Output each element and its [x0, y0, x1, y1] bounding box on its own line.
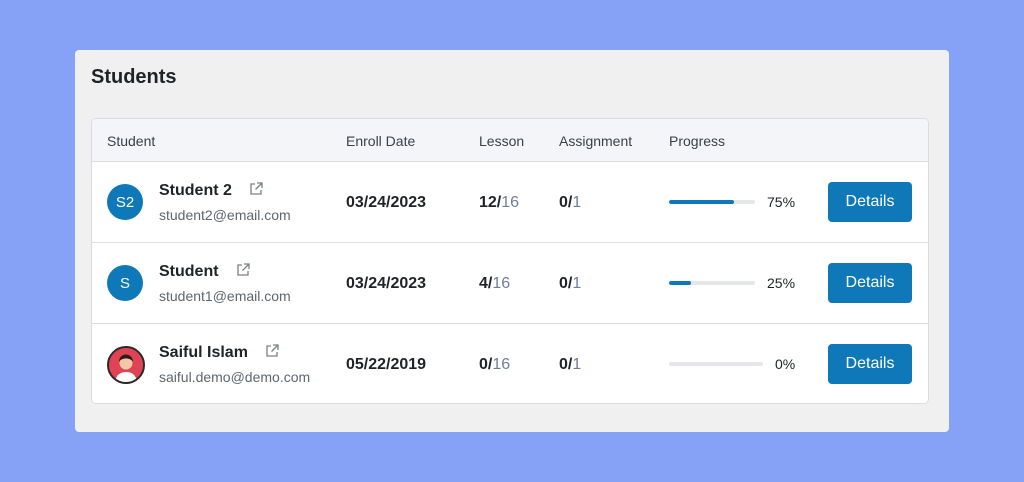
- progress-percent: 25%: [767, 275, 796, 291]
- details-button[interactable]: Details: [828, 182, 912, 222]
- assignment-total: 1: [572, 194, 582, 211]
- table-row: Saiful Islam saiful.demo@demo.com 05/22/…: [92, 323, 928, 403]
- enroll-date: 03/24/2023: [346, 194, 427, 211]
- lesson-count: 0/16: [479, 356, 510, 374]
- lesson-count: 4/16: [479, 275, 510, 293]
- assignment-done: 0/: [559, 356, 573, 373]
- assignment-count: 0/1: [559, 194, 581, 212]
- lesson-done: 0/: [479, 356, 493, 373]
- student-name: Student 2: [159, 182, 264, 200]
- column-header-lesson: Lesson: [479, 133, 525, 149]
- details-button[interactable]: Details: [828, 263, 912, 303]
- assignment-done: 0/: [559, 275, 573, 292]
- student-name-text: Student: [159, 263, 219, 280]
- column-header-student: Student: [107, 133, 156, 149]
- student-name: Student: [159, 263, 251, 281]
- enroll-date: 03/24/2023: [346, 275, 427, 292]
- column-header-progress: Progress: [669, 133, 726, 149]
- lesson-total: 16: [501, 194, 520, 211]
- students-table: Student Enroll Date Lesson Assignment Pr…: [91, 118, 929, 404]
- lesson-done: 4/: [479, 275, 493, 292]
- progress-percent: 75%: [767, 194, 796, 210]
- table-header: Student Enroll Date Lesson Assignment Pr…: [92, 119, 928, 162]
- progress-fill: [669, 200, 734, 204]
- assignment-count: 0/1: [559, 275, 581, 293]
- progress-percent: 0%: [775, 356, 796, 372]
- assignment-total: 1: [572, 275, 582, 292]
- column-header-assignment: Assignment: [559, 133, 633, 149]
- external-link-icon[interactable]: [235, 262, 251, 278]
- assignment-total: 1: [572, 356, 582, 373]
- lesson-total: 16: [492, 275, 511, 292]
- column-header-enroll-date: Enroll Date: [346, 133, 416, 149]
- lesson-done: 12/: [479, 194, 502, 211]
- lesson-total: 16: [492, 356, 511, 373]
- external-link-icon[interactable]: [248, 181, 264, 197]
- details-button[interactable]: Details: [828, 344, 912, 384]
- student-email: student1@email.com: [159, 288, 291, 304]
- assignment-done: 0/: [559, 194, 573, 211]
- avatar: S: [107, 265, 143, 301]
- progress-bar: [669, 362, 763, 366]
- avatar: S2: [107, 184, 143, 220]
- progress-bar: [669, 281, 755, 285]
- user-avatar-icon: [107, 346, 145, 384]
- card-title: Students: [91, 66, 177, 88]
- student-email: student2@email.com: [159, 207, 291, 223]
- students-card: Students Student Enroll Date Lesson Assi…: [75, 50, 949, 432]
- progress-fill: [669, 281, 691, 285]
- student-name: Saiful Islam: [159, 344, 280, 362]
- assignment-count: 0/1: [559, 356, 581, 374]
- table-row: S2 Student 2 student2@email.com 03/24/20…: [92, 162, 928, 243]
- external-link-icon[interactable]: [264, 343, 280, 359]
- lesson-count: 12/16: [479, 194, 519, 212]
- student-name-text: Student 2: [159, 182, 232, 199]
- progress-bar: [669, 200, 755, 204]
- student-email: saiful.demo@demo.com: [159, 369, 311, 385]
- student-name-text: Saiful Islam: [159, 344, 248, 361]
- enroll-date: 05/22/2019: [346, 356, 427, 373]
- table-row: S Student student1@email.com 03/24/2023 …: [92, 242, 928, 323]
